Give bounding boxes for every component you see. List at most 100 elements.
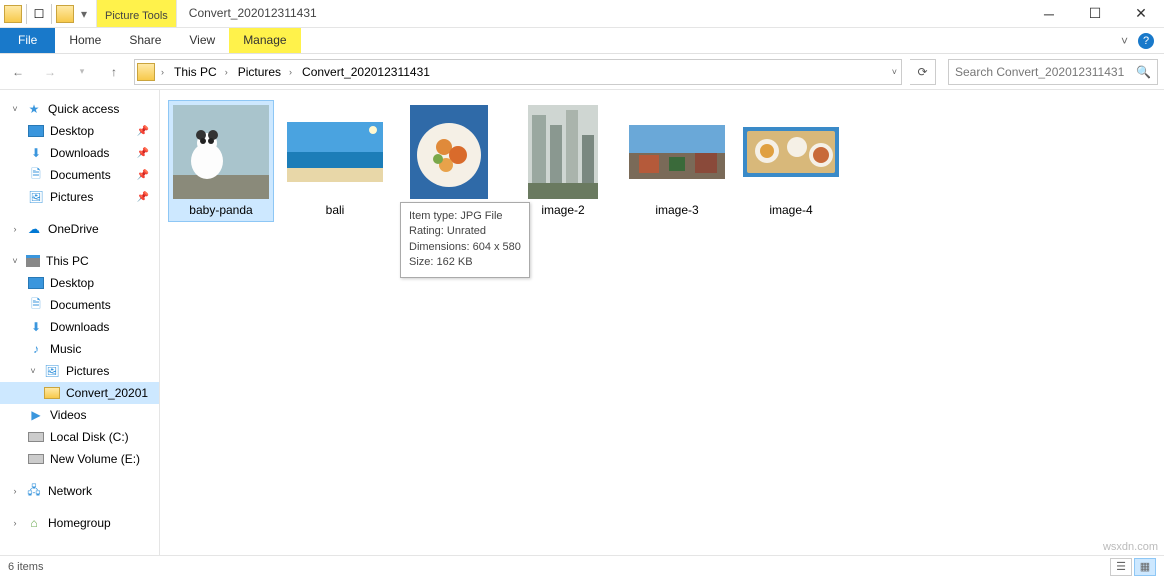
tree-label: Pictures xyxy=(66,364,109,378)
tree-new-volume-e[interactable]: New Volume (E:) xyxy=(0,448,159,470)
thumbnail-image xyxy=(528,105,598,199)
chevron-down-icon[interactable]: ˅ xyxy=(28,366,38,376)
tree-pc-downloads[interactable]: ⬇Downloads xyxy=(0,316,159,338)
tree-pc-pictures[interactable]: ˅ 🖼 Pictures xyxy=(0,360,159,382)
qat-properties-icon[interactable]: ☐ xyxy=(31,7,47,21)
search-placeholder: Search Convert_202012311431 xyxy=(955,65,1136,79)
nav-up-button[interactable]: ↑ xyxy=(102,60,126,84)
search-input[interactable]: Search Convert_202012311431 🔍 xyxy=(948,59,1158,85)
status-bar: 6 items ☰ ▦ xyxy=(0,555,1164,577)
close-button[interactable]: ✕ xyxy=(1118,0,1164,27)
tab-view[interactable]: View xyxy=(175,28,229,53)
tree-pc-music[interactable]: ♪Music xyxy=(0,338,159,360)
tab-home[interactable]: Home xyxy=(55,28,115,53)
chevron-down-icon[interactable]: ˅ xyxy=(10,104,20,114)
chevron-right-icon[interactable]: › xyxy=(10,224,20,234)
search-icon: 🔍 xyxy=(1136,65,1151,79)
file-item[interactable]: image-4 xyxy=(738,100,844,222)
nav-back-button[interactable]: ← xyxy=(6,60,30,84)
file-item[interactable]: image-3 xyxy=(624,100,730,222)
folder-icon xyxy=(44,387,60,399)
info-tooltip: Item type: JPG File Rating: Unrated Dime… xyxy=(400,202,530,278)
app-folder-icon[interactable] xyxy=(4,5,22,23)
tree-network[interactable]: ›🖧Network xyxy=(0,480,159,502)
drive-icon xyxy=(28,454,44,464)
file-name: image-2 xyxy=(541,203,584,217)
file-name: baby-panda xyxy=(189,203,252,217)
tree-homegroup[interactable]: ›⌂Homegroup xyxy=(0,512,159,534)
nav-forward-button[interactable]: → xyxy=(38,60,62,84)
tree-label: Network xyxy=(48,484,92,498)
thumbnail-image xyxy=(410,105,488,199)
ribbon-expand-icon[interactable]: ˅ xyxy=(1121,34,1128,48)
tab-share[interactable]: Share xyxy=(115,28,175,53)
onedrive-icon: ☁ xyxy=(26,221,42,237)
tree-onedrive[interactable]: ›☁OneDrive xyxy=(0,218,159,240)
chevron-right-icon[interactable]: › xyxy=(10,486,20,496)
file-list[interactable]: baby-panda bali image-1 image-2 image-3 … xyxy=(160,90,1164,555)
maximize-button[interactable]: ☐ xyxy=(1072,0,1118,27)
minimize-button[interactable]: ─ xyxy=(1026,0,1072,27)
tree-downloads[interactable]: ⬇Downloads📌 xyxy=(0,142,159,164)
chevron-right-icon[interactable]: › xyxy=(287,67,294,77)
qat-dropdown-icon[interactable]: ▾ xyxy=(76,7,92,21)
desktop-icon xyxy=(28,125,44,137)
tree-label: Documents xyxy=(50,298,111,312)
window-controls: ─ ☐ ✕ xyxy=(1026,0,1164,27)
chevron-right-icon[interactable]: › xyxy=(159,67,166,77)
tree-desktop[interactable]: Desktop📌 xyxy=(0,120,159,142)
tree-pc-desktop[interactable]: Desktop xyxy=(0,272,159,294)
documents-icon: 🗎 xyxy=(28,297,44,313)
pictures-icon: 🖼 xyxy=(44,363,60,379)
quick-access-toolbar: ☐ ▾ xyxy=(0,0,96,27)
tooltip-line: Size: 162 KB xyxy=(409,255,521,270)
thumbnail-image xyxy=(743,127,839,177)
tree-documents[interactable]: 🗎Documents📌 xyxy=(0,164,159,186)
tooltip-line: Item type: JPG File xyxy=(409,209,521,224)
documents-icon: 🗎 xyxy=(28,167,44,183)
tree-pc-documents[interactable]: 🗎 Documents xyxy=(0,294,159,316)
thumbnail-image xyxy=(629,125,725,179)
refresh-button[interactable]: ⟳ xyxy=(910,59,936,85)
downloads-icon: ⬇ xyxy=(28,145,44,161)
tree-label: Pictures xyxy=(50,190,93,204)
tab-manage[interactable]: Manage xyxy=(229,28,300,53)
title-bar: ☐ ▾ Picture Tools Convert_202012311431 ─… xyxy=(0,0,1164,28)
tree-label: Convert_20201 xyxy=(66,386,148,400)
tab-file[interactable]: File xyxy=(0,28,55,53)
tree-label: Local Disk (C:) xyxy=(50,430,129,444)
tree-quick-access[interactable]: ˅ ★ Quick access xyxy=(0,98,159,120)
help-icon[interactable]: ? xyxy=(1138,33,1154,49)
tree-local-disk-c[interactable]: Local Disk (C:) xyxy=(0,426,159,448)
tree-pc-videos[interactable]: ▶Videos xyxy=(0,404,159,426)
file-name: image-4 xyxy=(769,203,812,217)
file-item[interactable]: bali xyxy=(282,100,388,222)
ribbon-tabs: File Home Share View Manage ˅ ? xyxy=(0,28,1164,54)
breadcrumb-seg[interactable]: Pictures xyxy=(232,65,285,79)
file-item[interactable]: baby-panda xyxy=(168,100,274,222)
tooltip-line: Rating: Unrated xyxy=(409,224,521,239)
qat-new-folder-icon[interactable] xyxy=(56,5,74,23)
address-bar[interactable]: › This PC › Pictures › Convert_202012311… xyxy=(134,59,902,85)
chevron-right-icon[interactable]: › xyxy=(10,518,20,528)
tree-current-folder[interactable]: Convert_20201 xyxy=(0,382,159,404)
navigation-tree: ˅ ★ Quick access Desktop📌 ⬇Downloads📌 🗎D… xyxy=(0,90,160,555)
file-name: image-3 xyxy=(655,203,698,217)
tree-label: New Volume (E:) xyxy=(50,452,140,466)
chevron-down-icon[interactable]: ˅ xyxy=(10,256,20,266)
tree-label: Downloads xyxy=(50,320,109,334)
tree-label: Music xyxy=(50,342,81,356)
view-details-button[interactable]: ☰ xyxy=(1110,558,1132,576)
nav-recent-dropdown[interactable]: ▾ xyxy=(70,60,94,84)
address-dropdown-icon[interactable]: ˅ xyxy=(890,67,899,77)
breadcrumb-seg[interactable]: This PC xyxy=(168,65,221,79)
tree-pictures[interactable]: 🖼Pictures📌 xyxy=(0,186,159,208)
chevron-right-icon[interactable]: › xyxy=(223,67,230,77)
view-thumbnails-button[interactable]: ▦ xyxy=(1134,558,1156,576)
tree-label: Homegroup xyxy=(48,516,111,530)
thumbnail-image xyxy=(173,105,269,199)
tree-label: Desktop xyxy=(50,276,94,290)
breadcrumb-seg[interactable]: Convert_202012311431 xyxy=(296,65,434,79)
tree-this-pc[interactable]: ˅This PC xyxy=(0,250,159,272)
pin-icon: 📌 xyxy=(137,126,149,137)
